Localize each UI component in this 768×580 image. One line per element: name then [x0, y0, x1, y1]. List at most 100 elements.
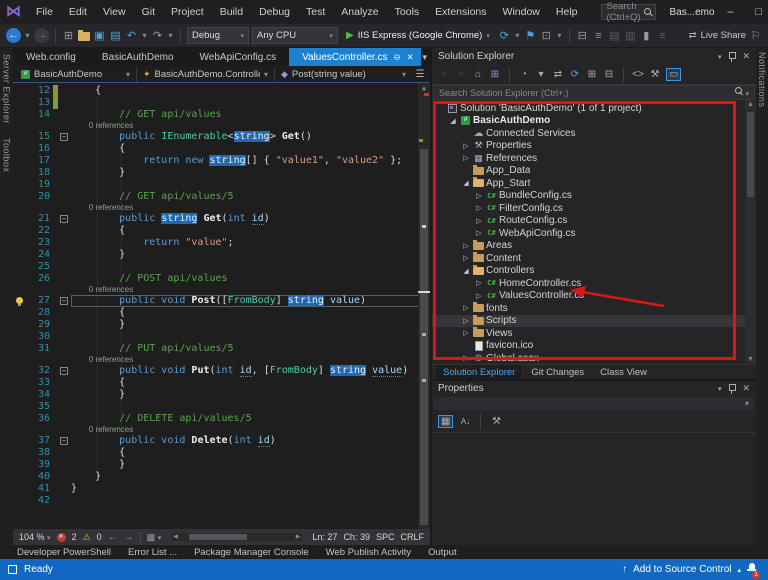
close-icon[interactable]: ✕: [407, 52, 414, 63]
home-icon[interactable]: ⌂: [472, 69, 484, 80]
add-to-source-control-button[interactable]: Add to Source Control: [633, 564, 731, 575]
notifications-button[interactable]: 1: [747, 563, 760, 579]
menu-analyze[interactable]: Analyze: [334, 4, 385, 20]
collapsed-icon[interactable]: ▷: [474, 279, 484, 287]
tree-item-bundleconfig-cs[interactable]: ▷ C# BundleConfig.cs: [432, 190, 756, 203]
preview-caret[interactable]: ▾: [556, 27, 563, 45]
expanded-icon[interactable]: ◢: [448, 117, 458, 125]
menu-window[interactable]: Window: [496, 4, 547, 20]
expanded-icon[interactable]: ◢: [461, 267, 471, 275]
indent-icon[interactable]: ≡: [592, 27, 605, 45]
navigate-forward-icon[interactable]: →: [124, 532, 134, 543]
menu-file[interactable]: File: [29, 4, 60, 20]
collapsed-icon[interactable]: ▷: [474, 229, 484, 237]
tree-item-controllers[interactable]: ◢ Controllers: [432, 264, 756, 278]
menu-debug[interactable]: Debug: [252, 4, 297, 20]
browser-preview-icon[interactable]: ⊡: [540, 27, 553, 45]
window-position-dropdown-icon[interactable]: ▾: [718, 385, 722, 393]
minimize-button[interactable]: –: [717, 0, 745, 24]
feedback-icon[interactable]: ⚐: [749, 27, 762, 45]
error-count[interactable]: 2: [72, 532, 77, 542]
side-tab-server-explorer[interactable]: Server Explorer: [2, 54, 12, 124]
uncomment-icon[interactable]: ▥: [624, 27, 637, 45]
collapsed-icon[interactable]: ▷: [461, 142, 471, 150]
menu-build[interactable]: Build: [213, 4, 250, 20]
nav-type-dropdown[interactable]: ✦ BasicAuthDemo.Controllers.\▾: [137, 66, 275, 82]
doc-tab-web-config[interactable]: Web.config: [13, 48, 89, 66]
refresh-icon[interactable]: ⟳: [569, 69, 581, 80]
forward-circle-icon[interactable]: ○: [455, 69, 467, 80]
undo-caret[interactable]: ▾: [141, 27, 148, 45]
redo-caret[interactable]: ▾: [167, 27, 174, 45]
pin-icon[interactable]: [728, 383, 737, 394]
tree-item-app-data[interactable]: App_Data: [432, 164, 756, 178]
collapsed-icon[interactable]: ▷: [461, 317, 471, 325]
menu-git[interactable]: Git: [135, 4, 162, 20]
lightbulb-icon[interactable]: [16, 297, 23, 306]
tab-list-dropdown-icon[interactable]: ▼: [421, 53, 429, 62]
tree-item-routeconfig-cs[interactable]: ▷ C# RouteConfig.cs: [432, 215, 756, 228]
warnings-icon[interactable]: ⚠: [83, 532, 91, 543]
collapsed-icon[interactable]: ▷: [461, 304, 471, 312]
nav-back-caret[interactable]: ▾: [24, 27, 31, 45]
tree-item-filterconfig-cs[interactable]: ▷ C# FilterConfig.cs: [432, 202, 756, 215]
pending-caret[interactable]: ▾: [535, 69, 547, 80]
errors-icon[interactable]: ✕: [56, 532, 66, 542]
tree-scrollbar[interactable]: ▲ ▼: [745, 100, 756, 364]
doc-tab-valuescontroller-cs[interactable]: ValuesController.cs ⊖ ✕: [289, 48, 421, 66]
tree-item-solution-basicauthdemo-1-of-1-project-[interactable]: Solution 'BasicAuthDemo' (1 of 1 project…: [432, 102, 756, 115]
platform-dropdown[interactable]: Any CPU ▾: [252, 27, 338, 44]
save-icon[interactable]: ▣: [93, 27, 106, 45]
refresh-caret[interactable]: ▾: [514, 27, 521, 45]
properties-object-dropdown[interactable]: ▾: [434, 397, 754, 410]
scroll-down-icon[interactable]: ▼: [745, 356, 756, 363]
panel-tab-solution-explorer[interactable]: Solution Explorer: [436, 365, 523, 379]
tree-item-references[interactable]: ▷ ▦ References: [432, 152, 756, 165]
comment-icon[interactable]: ▤: [608, 27, 621, 45]
diff-margin-icon[interactable]: ▩ ▾: [147, 532, 162, 543]
doc-tab-webapiconfig-cs[interactable]: WebApiConfig.cs: [187, 48, 290, 66]
start-debugging-button[interactable]: ▶ IIS Express (Google Chrome) ▾: [341, 30, 495, 41]
alphabetical-sort-icon[interactable]: A↓: [459, 417, 471, 426]
collapsed-icon[interactable]: ▷: [461, 154, 471, 162]
tree-item-valuescontroller-cs[interactable]: ▷ C# ValuesController.cs: [432, 290, 756, 303]
tree-item-fonts[interactable]: ▷ fonts: [432, 302, 756, 315]
navigate-back-icon[interactable]: ←: [108, 532, 118, 543]
outline-icon[interactable]: ⊟: [576, 27, 589, 45]
quick-search-box[interactable]: Search (Ctrl+Q): [600, 1, 656, 23]
switch-views-icon[interactable]: ⊞: [489, 69, 501, 80]
categorized-icon[interactable]: ▦: [438, 415, 454, 428]
bottom-tab-web-publish-activity[interactable]: Web Publish Activity: [319, 547, 418, 558]
menu-view[interactable]: View: [96, 4, 133, 20]
solution-explorer-search-box[interactable]: Search Solution Explorer (Ctrl+;) ▾: [433, 85, 755, 100]
save-all-icon[interactable]: ▤: [109, 27, 122, 45]
tree-item-properties[interactable]: ▷ ⚒ Properties: [432, 140, 756, 153]
collapse-icon[interactable]: −: [60, 214, 68, 223]
tree-item-scripts[interactable]: ▷ Scripts: [432, 314, 756, 327]
redo-icon[interactable]: ↷: [151, 27, 164, 45]
collapsed-icon[interactable]: ▷: [461, 242, 471, 250]
menu-project[interactable]: Project: [164, 4, 211, 20]
bottom-tab-package-manager-console[interactable]: Package Manager Console: [187, 547, 316, 558]
warning-count[interactable]: 0: [97, 532, 102, 542]
menu-tools[interactable]: Tools: [388, 4, 427, 20]
pin-icon[interactable]: ⊖: [394, 52, 401, 63]
close-icon[interactable]: ✕: [742, 383, 750, 394]
scroll-left-icon[interactable]: ◀: [173, 533, 178, 541]
bottom-tab-developer-powershell[interactable]: Developer PowerShell: [10, 547, 118, 558]
scrollbar-thumb[interactable]: [189, 534, 248, 540]
collapse-icon[interactable]: −: [60, 132, 68, 141]
expanded-icon[interactable]: ◢: [461, 179, 471, 187]
collapse-icon[interactable]: −: [60, 366, 68, 375]
bottom-tab-output[interactable]: Output: [421, 547, 464, 558]
scrollbar-thumb[interactable]: [747, 112, 754, 197]
close-icon[interactable]: ✕: [742, 51, 750, 62]
collapsed-icon[interactable]: ▷: [461, 329, 471, 337]
side-tab-notifications[interactable]: Notifications: [757, 52, 767, 108]
zoom-level-dropdown[interactable]: 104 % ▾: [19, 532, 51, 542]
menu-help[interactable]: Help: [549, 4, 585, 20]
menu-extensions[interactable]: Extensions: [428, 4, 493, 20]
flag-icon[interactable]: ⚑: [524, 27, 537, 45]
chevron-up-icon[interactable]: ▴: [737, 566, 741, 574]
side-tab-toolbox[interactable]: Toolbox: [2, 138, 12, 173]
